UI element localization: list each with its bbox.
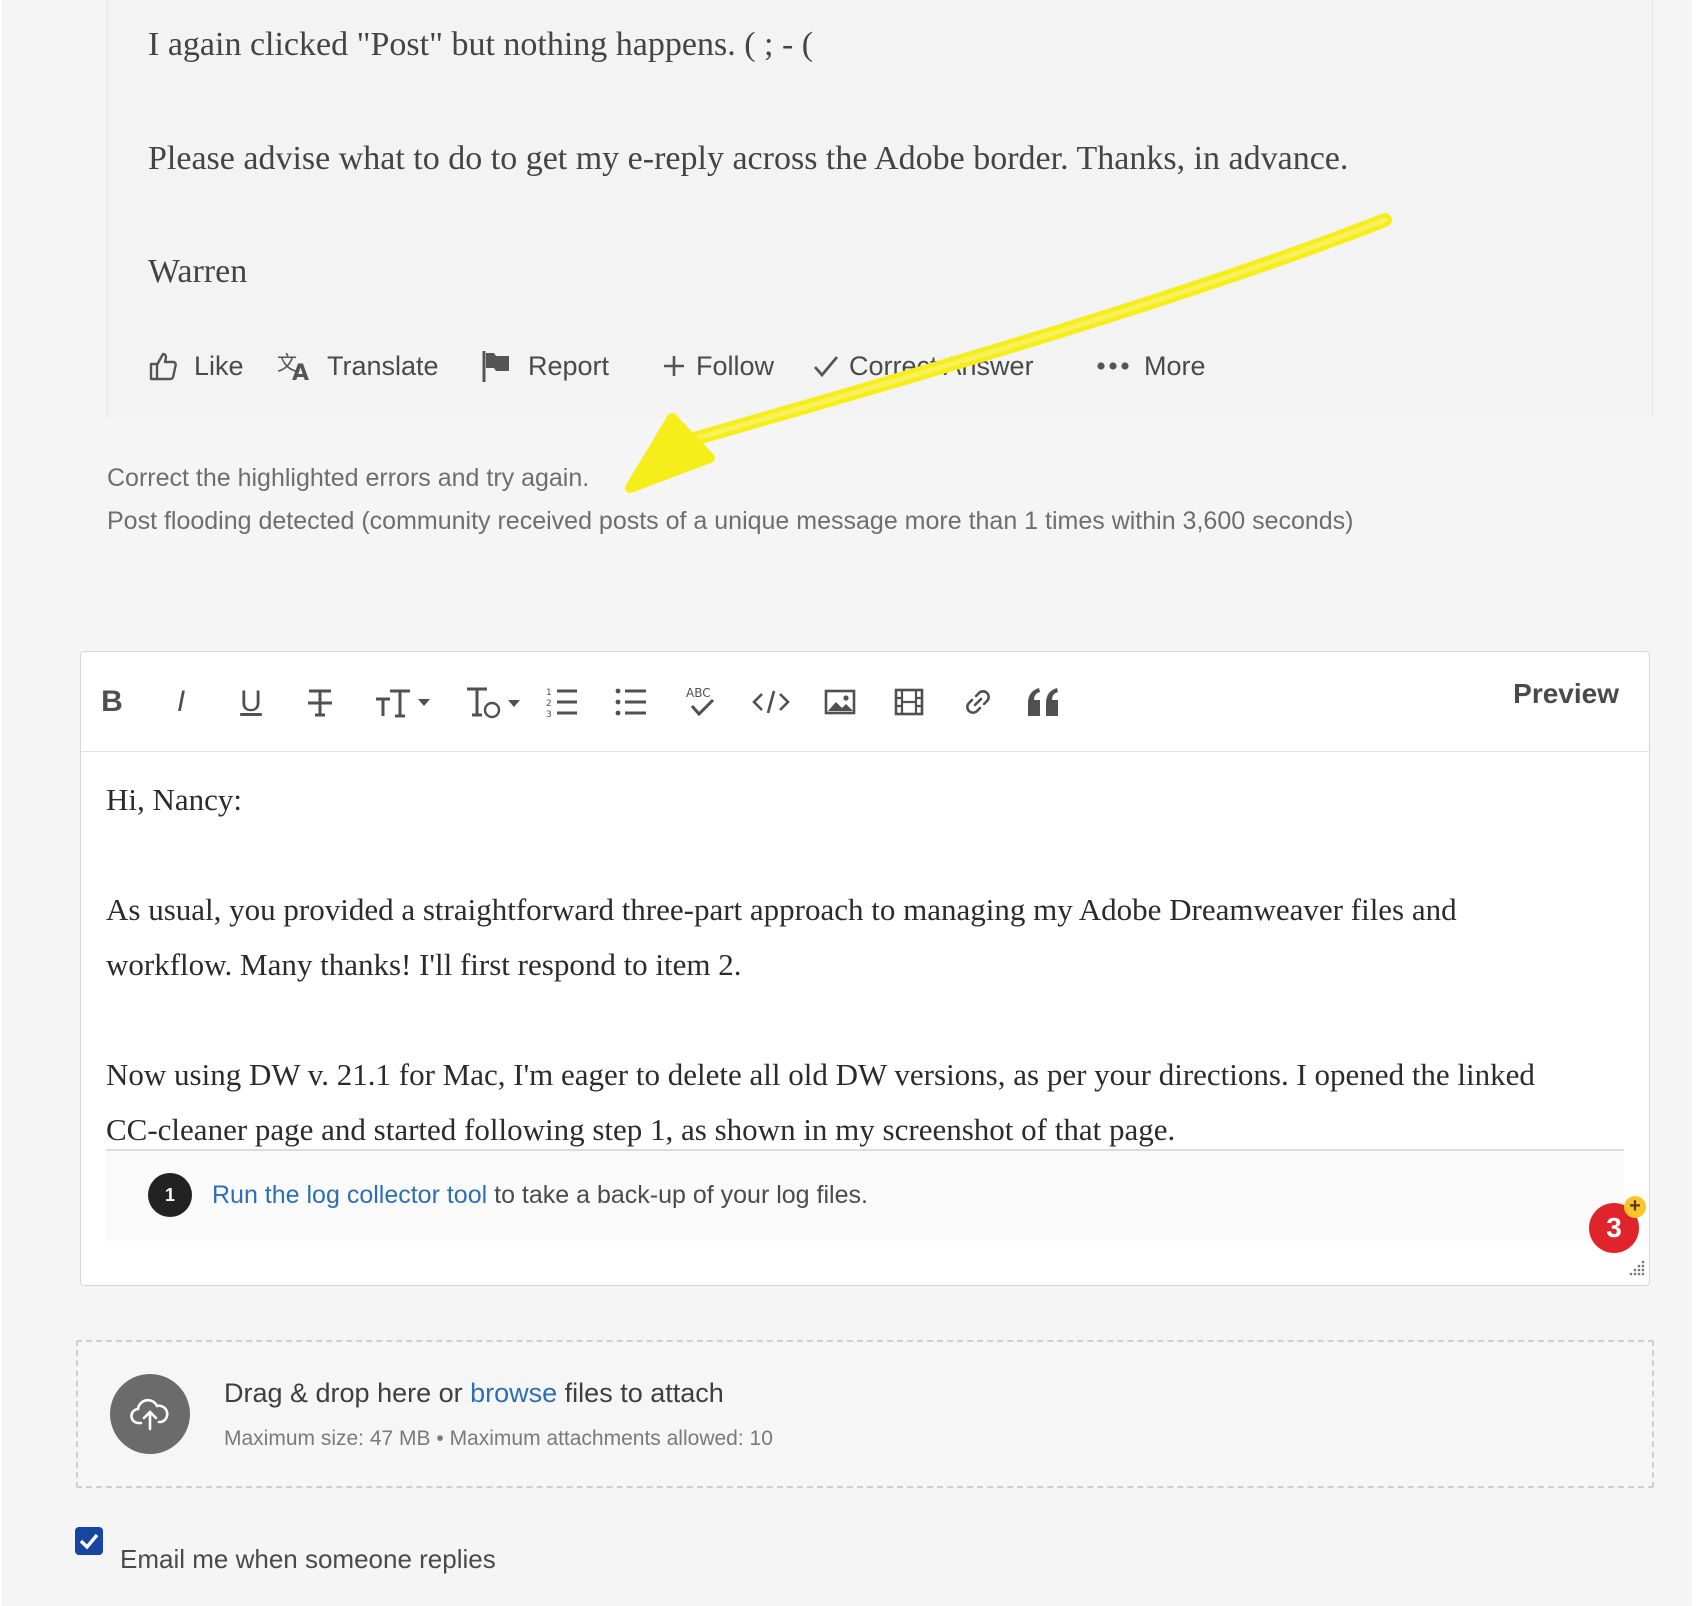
correct-answer-label: Correct Answer [849,350,1034,381]
reply-editor[interactable]: B I U 123 ABC Preview Hi, Nancy: As usua… [80,651,1650,1286]
dropzone-text-suffix: files to attach [557,1378,724,1408]
resize-handle-icon[interactable] [1627,1258,1645,1281]
bold-button[interactable]: B [87,680,137,724]
bold-icon: B [101,685,123,718]
quote-button[interactable] [1019,680,1069,724]
spellcheck-button[interactable]: ABC [676,680,726,724]
report-button[interactable]: Report [480,344,609,388]
numbered-list-icon: 123 [546,688,577,719]
translate-label: Translate [327,350,439,381]
more-button[interactable]: More [1096,344,1206,388]
link-button[interactable] [953,680,1003,724]
svg-text:2: 2 [546,699,552,709]
code-icon [752,690,790,714]
email-notify-label[interactable]: Email me when someone replies [120,1544,496,1575]
bulleted-list-icon [615,688,646,716]
thumbs-up-icon [148,350,180,382]
post-flooding-error: Post flooding detected (community receiv… [107,507,1354,535]
report-label: Report [528,350,610,381]
strikethrough-icon [308,689,332,717]
flag-icon [480,349,514,383]
greeting-text: Hi, Nancy: [106,782,243,817]
editor-toolbar: B I U 123 ABC Preview [81,652,1649,752]
more-label: More [1144,350,1206,381]
error-summary: Correct the highlighted errors and try a… [107,464,590,492]
spellcheck-icon: ABC [686,686,715,717]
svg-text:1: 1 [546,688,552,698]
email-notify-checkbox[interactable] [75,1527,103,1555]
browse-link[interactable]: browse [470,1378,557,1408]
checkmark-icon [79,1533,99,1550]
body-text: As usual, you provided a straightforward… [106,892,1457,927]
text-style-icon [467,687,520,719]
translate-icon: 文A [277,350,313,382]
font-size-button[interactable] [371,680,435,724]
checkmark-icon [813,354,839,378]
correct-answer-button[interactable]: Correct Answer [813,344,1034,388]
image-button[interactable] [815,680,865,724]
follow-button[interactable]: Follow [662,344,774,388]
numbered-list-button[interactable]: 123 [537,680,587,724]
error-messages: Correct the highlighted errors and try a… [107,462,1354,548]
translate-button[interactable]: 文A Translate [277,344,439,388]
follow-label: Follow [696,350,775,381]
svg-text:3: 3 [546,710,552,719]
svg-text:ABC: ABC [686,686,711,700]
italic-button[interactable]: I [156,680,206,724]
text-style-button[interactable] [461,680,525,724]
editor-content[interactable]: Hi, Nancy: As usual, you provided a stra… [106,772,1626,1157]
code-button[interactable] [746,680,796,724]
embedded-screenshot: 1 Run the log collector tool to take a b… [106,1149,1624,1241]
attachment-dropzone[interactable]: Drag & drop here or browse files to atta… [76,1340,1654,1488]
body-text: workflow. Many thanks! I'll first respon… [106,947,742,982]
grammar-plus-icon: + [1624,1196,1646,1218]
post-paragraph: I again clicked "Post" but nothing happe… [148,26,814,63]
step-number-badge: 1 [148,1173,192,1217]
video-button[interactable] [884,680,934,724]
preview-button[interactable]: Preview [1513,678,1619,710]
italic-icon: I [176,685,186,718]
like-button[interactable]: Like [148,344,244,388]
svg-text:A: A [292,361,309,382]
quote-icon [1028,688,1058,716]
more-dots-icon [1096,361,1130,371]
log-collector-link: Run the log collector tool [212,1180,488,1209]
dropzone-text: Drag & drop here or [224,1378,471,1408]
post-signature: Warren [148,253,248,290]
link-icon [966,690,990,714]
screenshot-text: to take a back-up of your log files. [487,1180,868,1209]
cloud-upload-icon [110,1374,190,1454]
font-size-icon [376,689,430,718]
strikethrough-button[interactable] [295,680,345,724]
body-text: Now using DW v. 21.1 for Mac, I'm eager … [106,1057,1535,1092]
underline-button[interactable]: U [226,680,276,724]
bulleted-list-button[interactable] [606,680,656,724]
video-icon [894,688,924,716]
like-label: Like [194,350,244,381]
attachment-limits: Maximum size: 47 MB • Maximum attachment… [224,1427,773,1450]
image-icon [824,689,856,715]
plus-icon [662,354,686,378]
underline-icon: U [240,685,262,718]
post-paragraph: Please advise what to do to get my e-rep… [148,140,1349,177]
